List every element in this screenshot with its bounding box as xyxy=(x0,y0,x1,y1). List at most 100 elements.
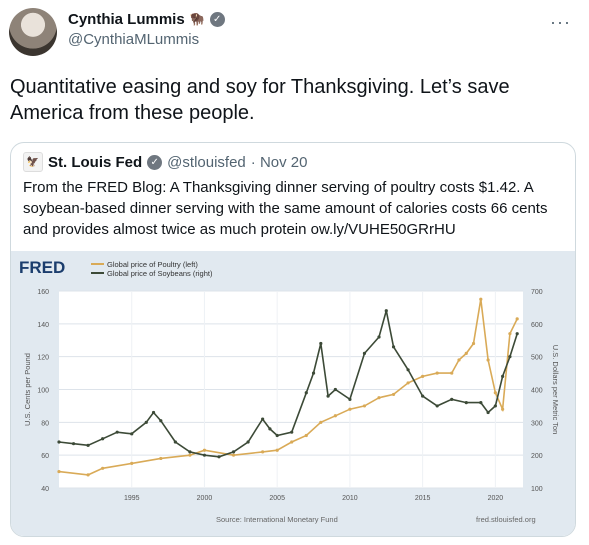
right-tick-label: 500 xyxy=(531,355,543,362)
left-tick-label: 140 xyxy=(37,322,49,329)
data-point-soybeans xyxy=(101,437,105,441)
data-point-soybeans xyxy=(261,417,265,421)
verified-badge-icon: ✓ xyxy=(147,154,163,170)
bison-emoji: 🦬 xyxy=(189,12,205,26)
left-tick-label: 120 xyxy=(37,355,49,362)
author-name[interactable]: Cynthia Lummis xyxy=(68,11,185,28)
data-point-soybeans xyxy=(384,309,388,313)
x-tick-label: 2015 xyxy=(415,495,431,502)
data-point-soybeans xyxy=(377,335,381,339)
data-point-soybeans xyxy=(275,433,279,438)
data-point-poultry xyxy=(290,440,294,444)
author-name-row: Cynthia Lummis 🦬 ✓ xyxy=(68,9,225,29)
data-point-soybeans xyxy=(515,332,519,336)
legend-label-soybeans: Global price of Soybeans (right) xyxy=(107,269,213,278)
data-point-soybeans xyxy=(326,394,330,398)
data-point-poultry xyxy=(159,456,163,461)
data-point-soybeans xyxy=(319,341,323,346)
data-point-soybeans xyxy=(311,371,316,375)
data-point-poultry xyxy=(457,358,461,362)
x-tick-label: 2020 xyxy=(488,495,504,502)
stlouisfed-avatar[interactable]: 🦅 xyxy=(23,152,43,172)
right-tick-label: 100 xyxy=(531,486,543,493)
more-icon[interactable]: ··· xyxy=(550,12,571,33)
data-point-poultry xyxy=(261,450,265,454)
data-point-poultry xyxy=(464,351,468,355)
right-tick-label: 300 xyxy=(531,420,543,427)
fred-logo: FRED xyxy=(19,258,65,277)
data-point-poultry xyxy=(515,317,519,321)
quoted-author-name[interactable]: St. Louis Fed xyxy=(48,154,142,171)
data-point-poultry xyxy=(362,404,367,408)
data-point-soybeans xyxy=(501,374,505,378)
data-point-soybeans xyxy=(333,387,337,392)
data-point-poultry xyxy=(275,448,279,452)
data-point-poultry xyxy=(319,420,323,424)
fred-chart[interactable]: FRED Global price of Poultry (left) Global… xyxy=(11,251,575,536)
data-point-soybeans xyxy=(151,410,156,415)
site-label: fred.stlouisfed.org xyxy=(476,515,536,524)
data-point-poultry xyxy=(57,469,61,474)
quoted-tweet[interactable]: 🦅 St. Louis Fed ✓ @stlouisfed · Nov 20 F… xyxy=(10,142,576,537)
data-point-soybeans xyxy=(217,455,221,459)
data-point-soybeans xyxy=(188,450,192,454)
data-point-poultry xyxy=(501,407,505,411)
data-point-soybeans xyxy=(304,391,308,395)
legend-label-poultry: Global price of Poultry (left) xyxy=(107,260,198,269)
data-point-soybeans xyxy=(464,401,468,405)
data-point-soybeans xyxy=(479,401,483,405)
left-tick-label: 160 xyxy=(37,289,49,296)
data-point-poultry xyxy=(435,371,439,375)
data-point-soybeans xyxy=(159,419,163,423)
data-point-soybeans xyxy=(144,420,148,424)
data-point-poultry xyxy=(391,392,396,397)
left-tick-label: 60 xyxy=(41,453,49,460)
data-point-soybeans xyxy=(268,427,272,431)
data-point-poultry xyxy=(450,371,454,375)
data-point-soybeans xyxy=(290,430,294,434)
data-point-poultry xyxy=(508,332,512,336)
data-point-soybeans xyxy=(508,355,512,359)
left-tick-label: 40 xyxy=(41,486,49,493)
quoted-tweet-text: From the FRED Blog: A Thanksgiving dinne… xyxy=(23,179,548,238)
data-point-poultry xyxy=(406,381,410,385)
data-point-soybeans xyxy=(57,440,61,444)
left-tick-label: 100 xyxy=(37,388,49,395)
data-point-soybeans xyxy=(71,442,76,446)
data-point-soybeans xyxy=(435,404,439,408)
data-point-soybeans xyxy=(450,397,454,401)
data-point-poultry xyxy=(348,407,352,411)
data-point-poultry xyxy=(130,461,134,465)
data-point-poultry xyxy=(421,374,425,378)
data-point-poultry xyxy=(86,473,90,477)
data-point-soybeans xyxy=(406,368,410,372)
data-point-poultry xyxy=(333,414,337,418)
verified-badge-icon: ✓ xyxy=(209,11,225,27)
right-axis-label: U.S. Dollars per Metric Ton xyxy=(551,345,560,434)
data-point-soybeans xyxy=(246,440,250,444)
x-tick-label: 2010 xyxy=(342,495,358,502)
fred-chart-svg: FRED Global price of Poultry (left)Global… xyxy=(19,258,560,524)
author-avatar[interactable] xyxy=(9,8,57,56)
x-tick-label: 2000 xyxy=(197,495,213,502)
left-axis-label: U.S. Cents per Pound xyxy=(23,353,32,426)
right-tick-label: 200 xyxy=(531,453,543,460)
data-point-soybeans xyxy=(202,453,207,457)
data-point-poultry xyxy=(377,396,381,400)
x-tick-label: 1995 xyxy=(124,495,140,502)
data-point-soybeans xyxy=(231,450,236,454)
data-point-soybeans xyxy=(173,440,177,444)
tweet: Cynthia Lummis 🦬 ✓ @CynthiaMLummis ··· Q… xyxy=(0,0,589,545)
data-point-poultry xyxy=(471,341,476,346)
right-tick-label: 400 xyxy=(531,388,543,395)
author-handle[interactable]: @CynthiaMLummis xyxy=(68,31,199,48)
data-point-soybeans xyxy=(115,430,119,434)
quoted-author-handle[interactable]: @stlouisfed xyxy=(167,154,246,171)
quoted-tweet-date[interactable]: · Nov 20 xyxy=(251,154,308,171)
data-point-poultry xyxy=(101,466,105,470)
data-point-poultry xyxy=(231,453,236,457)
data-point-soybeans xyxy=(86,443,90,447)
data-point-poultry xyxy=(479,297,483,301)
source-label: Source: International Monetary Fund xyxy=(216,515,338,524)
data-point-soybeans xyxy=(421,394,425,398)
